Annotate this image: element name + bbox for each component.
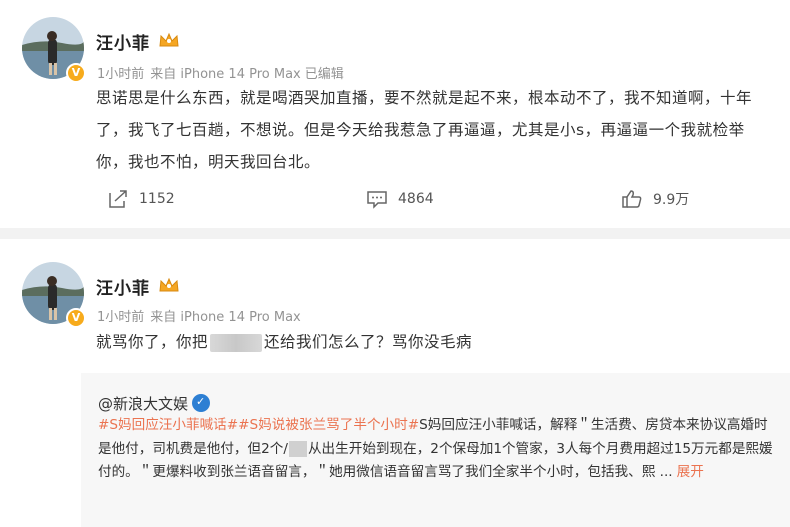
comment-button[interactable]: 4864 [366,187,434,211]
like-count: 9.9万 [653,192,690,208]
author-name[interactable]: 汪小菲 [96,274,150,299]
crown-badge-icon [159,277,179,292]
post-source: 来自 iPhone 14 Pro Max [150,67,301,82]
post-divider [0,228,790,239]
post-source: 来自 iPhone 14 Pro Max [150,310,301,325]
repost-count: 1152 [139,191,175,207]
repost-button[interactable]: 1152 [107,187,175,211]
crown-badge-icon [159,32,179,47]
post-meta: 1小时前 来自 iPhone 14 Pro Max 已编辑 [97,63,350,82]
censored-blur [210,333,263,352]
thumbs-up-icon [622,190,642,208]
censored-blur [288,440,307,457]
comment-count: 4864 [398,191,434,207]
verified-badge-icon: V [66,63,86,83]
hashtag-2[interactable]: #S妈说被张兰骂了半个小时# [238,417,419,433]
repost-author[interactable]: @新浪大文娱 [98,393,211,414]
action-bar: 1152 4864 9.9万 [0,187,790,211]
post-time[interactable]: 1小时前 [97,310,144,325]
repost-text: #S妈回应汪小菲喊话##S妈说被张兰骂了半个小时#S妈回应汪小菲喊话，解释＂生活… [98,417,773,480]
like-button[interactable]: 9.9万 [621,187,689,211]
post-time[interactable]: 1小时前 [97,67,144,82]
reposted-content[interactable]: @新浪大文娱 #S妈回应汪小菲喊话##S妈说被张兰骂了半个小时#S妈回应汪小菲喊… [81,373,790,527]
weibo-post-1: V 汪小菲 1小时前 来自 iPhone 14 Pro Max 已编辑 思诺思是什么… [0,0,790,228]
author-name[interactable]: 汪小菲 [96,29,150,54]
hashtag-1[interactable]: #S妈回应汪小菲喊话# [98,417,238,433]
expand-link[interactable]: 展开 [677,464,704,480]
comment-icon [367,191,387,209]
share-icon [109,190,127,208]
verified-blue-icon [192,394,211,412]
post-text: 思诺思是什么东西，就是喝酒哭加直播，要不然就是起不来，根本动不了，我不知道啊，十… [96,89,753,171]
post-text: 就骂你了，你把 还给我们怎么了？骂你没毛病 [96,333,473,352]
edited-label[interactable]: 已编辑 [305,67,344,82]
post-meta: 1小时前 来自 iPhone 14 Pro Max [97,306,307,325]
verified-badge-icon: V [66,308,86,328]
